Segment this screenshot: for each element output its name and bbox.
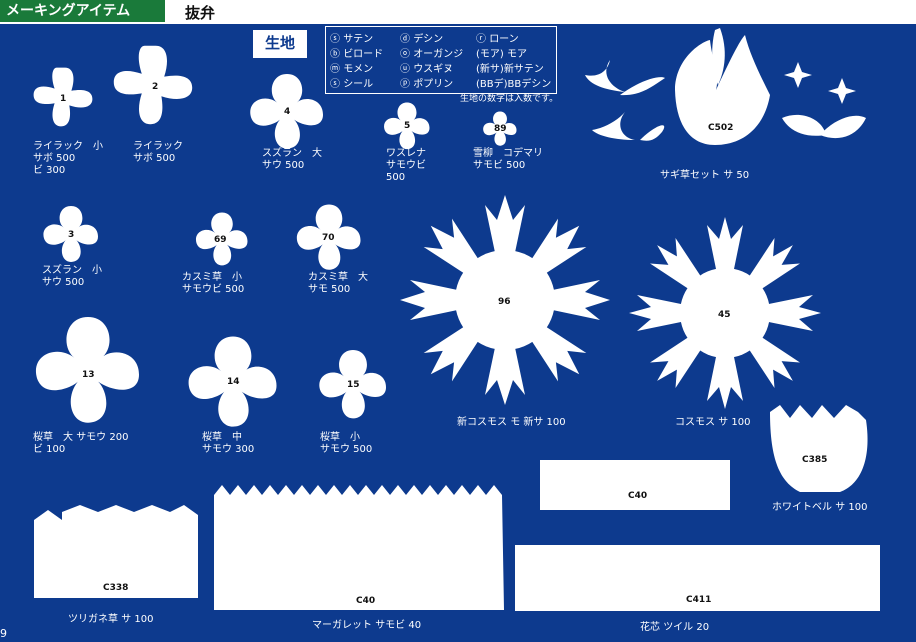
item-label: 花芯 ツイル 20 <box>640 622 710 633</box>
shape-number: C40 <box>628 491 647 501</box>
item-label: 新コスモス モ 新サ 100 <box>457 417 566 428</box>
item-label: ライラック サボ 500 <box>133 141 183 164</box>
item-label: サギ草セット サ 50 <box>660 170 750 181</box>
shape-number: C411 <box>686 595 711 605</box>
shape-number: C502 <box>708 123 733 133</box>
shape-number: 5 <box>404 121 410 131</box>
item-label: スズラン 大サウ 500 <box>262 148 322 171</box>
shape-number: 13 <box>82 370 95 380</box>
item-label: カスミ草 大サモ 500 <box>308 272 368 295</box>
shape-number: 15 <box>347 380 360 390</box>
item-label: スズラン 小サウ 500 <box>42 265 102 288</box>
shape-number: 69 <box>214 235 227 245</box>
item-label: ホワイトベル サ 100 <box>772 502 868 513</box>
shape-number: 3 <box>68 230 74 240</box>
shape-number: 89 <box>494 124 507 134</box>
page-number: 9 <box>0 627 7 640</box>
item-label: マーガレット サモビ 40 <box>312 620 422 631</box>
shape-C40-small <box>540 460 730 510</box>
item-label: 桜草 中サモウ 300 <box>202 432 255 455</box>
shape-number: 14 <box>227 377 240 387</box>
item-label: 桜草 小サモウ 500 <box>320 432 373 455</box>
item-label: カスミ草 小サモウビ 500 <box>182 272 245 295</box>
shape-number: C385 <box>802 455 827 465</box>
shape-number: C40 <box>356 596 375 606</box>
shape-number: 70 <box>322 233 335 243</box>
shape-number: 45 <box>718 310 731 320</box>
shape-number: 96 <box>498 297 511 307</box>
shape-C40-large <box>214 485 504 610</box>
shape-number: C338 <box>103 583 128 593</box>
item-label: 雪柳 コデマリ サモビ 500 <box>473 148 543 171</box>
item-label: ライラック 小サボ 500 ビ 300 <box>33 141 103 176</box>
item-label: 桜草 大 サモウ 200 ビ 100 <box>33 432 129 455</box>
shape-number: 4 <box>284 107 290 117</box>
catalog-page: { "header": { "section": "メーキングアイテム", "t… <box>0 0 916 642</box>
shapes-canvas: 1 2 4 5 89 3 69 70 13 14 15 96 45 C502 C… <box>33 28 880 611</box>
shape-number: 1 <box>60 94 66 104</box>
item-label: ワスレナ サモウビ 500 <box>386 148 426 183</box>
item-label: ツリガネ草 サ 100 <box>68 614 154 625</box>
item-label: コスモス サ 100 <box>675 417 751 428</box>
shape-number: 2 <box>152 82 158 92</box>
shape-C385 <box>770 405 868 492</box>
